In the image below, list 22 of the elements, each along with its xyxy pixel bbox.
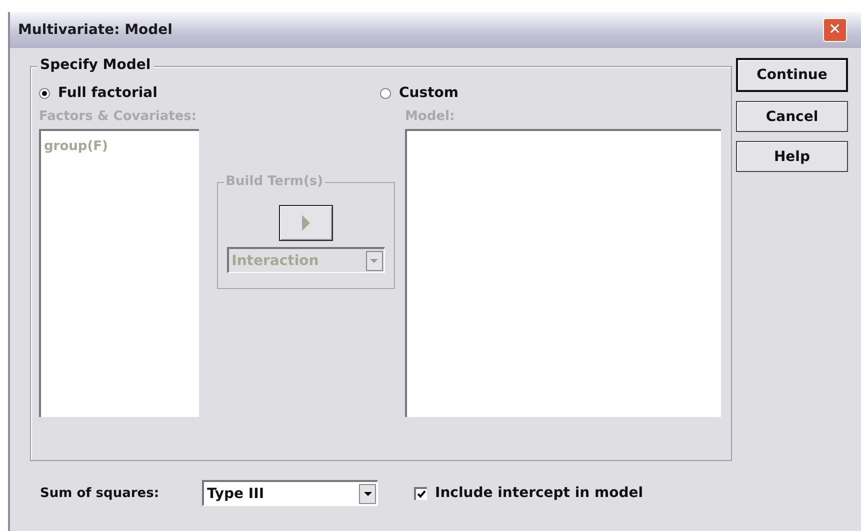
checkbox[interactable] (414, 486, 427, 500)
dialog-button[interactable]: Help (736, 141, 848, 172)
factors-label: Factors & Covariates: (39, 109, 198, 124)
radio-button[interactable] (39, 88, 50, 98)
play-icon (302, 215, 310, 231)
caret-icon (364, 492, 372, 496)
check-icon (417, 490, 426, 498)
dialog-button[interactable]: Continue (736, 58, 848, 92)
group-title: Build Term(s) (224, 174, 326, 189)
sum-of-squares-label: Sum of squares: (40, 486, 160, 500)
sum-of-squares-dropdown[interactable]: Type III (202, 480, 378, 506)
model-label: Model: (405, 109, 456, 124)
dialog-button[interactable]: Cancel (736, 101, 848, 132)
caret-icon (370, 258, 378, 262)
radio-label: Full factorial (58, 85, 158, 101)
move-button[interactable] (278, 205, 333, 241)
checkbox-label: Include intercept in model (435, 485, 644, 501)
close-button[interactable]: ✕ (823, 18, 847, 42)
radio-button[interactable] (380, 88, 391, 98)
window-title: Multivariate: Model (18, 22, 172, 38)
radio-label: Custom (399, 85, 458, 101)
group-title: Specify Model (37, 57, 154, 73)
